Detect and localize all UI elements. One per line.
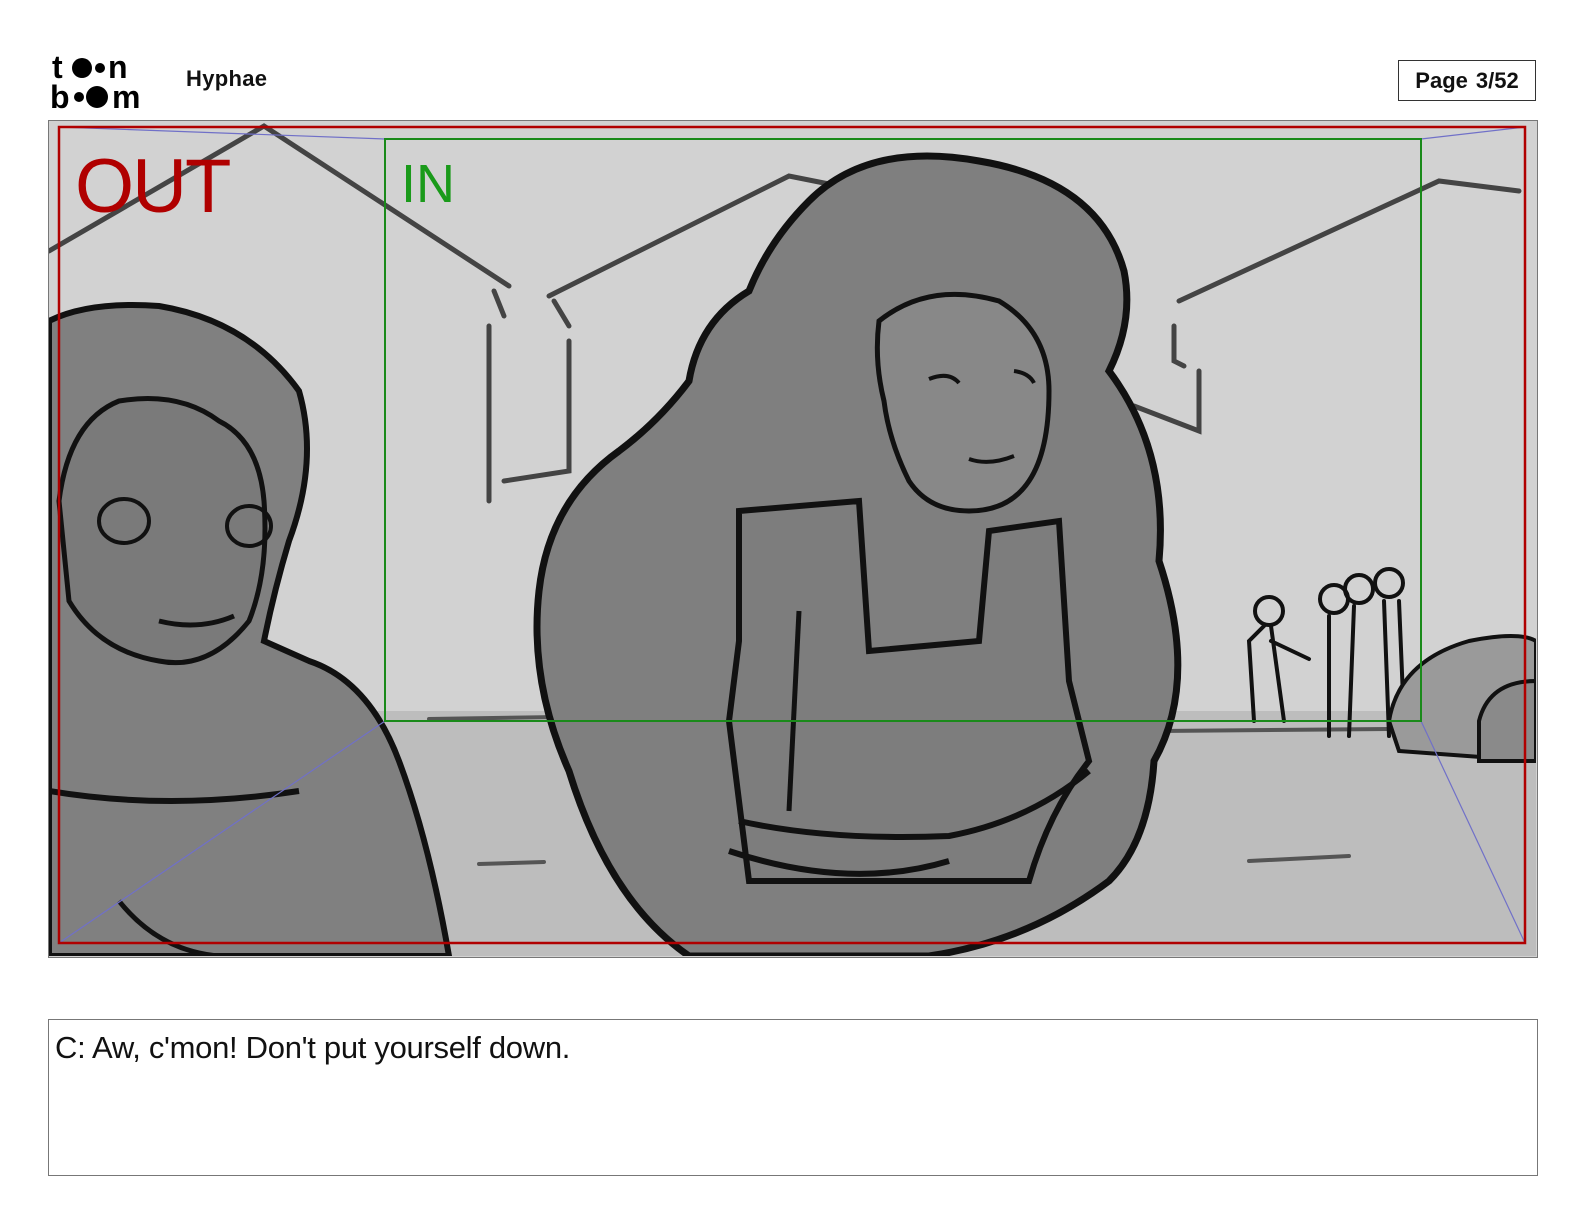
toon-boom-logo: t n b m [50, 50, 165, 112]
svg-text:b: b [50, 79, 70, 112]
project-title: Hyphae [186, 66, 268, 91]
caption-text: C: Aw, c'mon! Don't put yourself down. [55, 1030, 571, 1065]
out-frame-label: OUT [75, 144, 231, 229]
svg-text:m: m [112, 79, 140, 112]
page-indicator: Page 3/52 [1398, 60, 1536, 101]
in-frame-label: IN [401, 154, 455, 214]
storyboard-panel: OUT IN [48, 120, 1538, 958]
page-number: 3/52 [1475, 67, 1519, 93]
panel-sketch [49, 123, 1536, 956]
caption-box: C: Aw, c'mon! Don't put yourself down. [48, 1019, 1538, 1176]
page-label: Page [1415, 67, 1468, 93]
